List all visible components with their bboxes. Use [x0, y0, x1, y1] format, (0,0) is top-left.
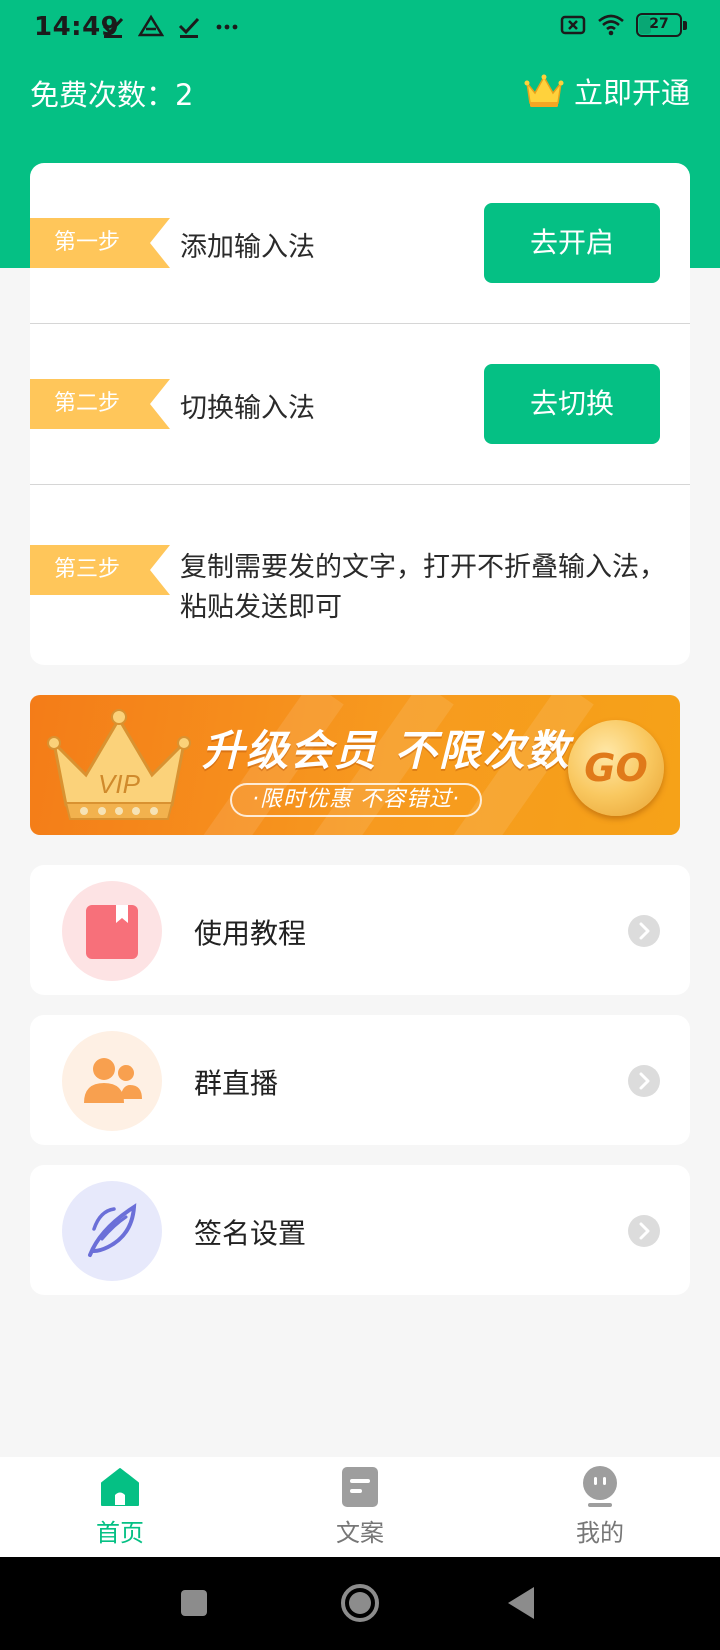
document-icon: [342, 1467, 378, 1507]
back-icon[interactable]: [500, 1581, 544, 1625]
profile-icon: [583, 1466, 617, 1507]
home-icon: [101, 1468, 139, 1506]
step-row-1: 第一步 添加输入法 去开启: [30, 163, 690, 324]
tab-profile[interactable]: 我的: [480, 1457, 720, 1557]
feather-icon: [62, 1181, 162, 1281]
step-3-text-line-2: 粘贴发送即可: [180, 592, 342, 623]
step-tag: 第二步: [30, 379, 170, 429]
download-done-icon: [102, 17, 124, 38]
bottom-tab-bar: 首页 文案 我的: [0, 1457, 720, 1557]
drive-icon: [138, 14, 164, 37]
tab-copywriting[interactable]: 文案: [240, 1457, 480, 1557]
free-count: 免费次数：2: [30, 78, 194, 112]
step-text: 添加输入法: [180, 232, 315, 263]
home-nav-icon[interactable]: [338, 1581, 382, 1625]
menu-label: 群直播: [194, 1067, 279, 1100]
step-text: 切换输入法: [180, 393, 315, 424]
menu-label: 使用教程: [194, 917, 307, 950]
svg-text:VIP: VIP: [98, 769, 141, 799]
chevron-right-icon: [628, 1065, 660, 1097]
wifi-icon: [598, 14, 624, 36]
vip-open-label: 立即开通: [573, 76, 690, 110]
more-icon: [216, 24, 238, 30]
menu-item-tutorial[interactable]: 使用教程: [30, 865, 690, 995]
step-3-text-line-1: 复制需要发的文字，打开不折叠输入法，: [180, 552, 666, 583]
no-sim-icon: [560, 15, 586, 35]
recent-apps-icon[interactable]: [172, 1581, 216, 1625]
book-icon: [62, 881, 162, 981]
system-icons: 27: [560, 12, 687, 38]
tab-home[interactable]: 首页: [0, 1457, 240, 1557]
vip-open-button[interactable]: 立即开通: [524, 70, 690, 112]
notification-icons: [100, 14, 240, 40]
enable-ime-button[interactable]: 去开启: [484, 203, 660, 283]
status-bar: 14:49 27: [0, 0, 720, 56]
step-tag-3-notch: [150, 545, 170, 595]
battery-level: 27: [649, 16, 669, 32]
step-3-text: 复制需要发的文字，打开不折叠输入法， 粘贴发送即可: [180, 548, 666, 628]
vip-upgrade-banner[interactable]: VIP 升级会员 不限次数 ·限时优惠 不容错过· GO: [30, 695, 680, 835]
banner-title: 升级会员 不限次数: [202, 726, 571, 775]
system-nav-bar: [0, 1557, 720, 1650]
menu-item-signature-settings[interactable]: 签名设置: [30, 1165, 690, 1295]
banner-go-button[interactable]: GO: [568, 720, 664, 816]
chevron-right-icon: [628, 1215, 660, 1247]
crown-icon: [524, 74, 564, 107]
chevron-right-icon: [628, 915, 660, 947]
banner-subtitle: ·限时优惠 不容错过·: [230, 783, 482, 817]
tab-label: 首页: [96, 1519, 144, 1547]
switch-ime-button[interactable]: 去切换: [484, 364, 660, 444]
users-icon: [62, 1031, 162, 1131]
step-tag: 第一步: [30, 218, 170, 268]
menu-item-group-live[interactable]: 群直播: [30, 1015, 690, 1145]
battery-icon: 27: [636, 13, 687, 37]
tab-label: 我的: [576, 1519, 624, 1547]
download-done-icon: [178, 17, 200, 38]
vip-crown-icon: VIP: [47, 709, 191, 820]
step-tag-3: 第三步: [30, 545, 150, 595]
menu-label: 签名设置: [194, 1217, 307, 1250]
tab-label: 文案: [336, 1519, 384, 1547]
step-row-2: 第二步 切换输入法 去切换: [30, 324, 690, 485]
